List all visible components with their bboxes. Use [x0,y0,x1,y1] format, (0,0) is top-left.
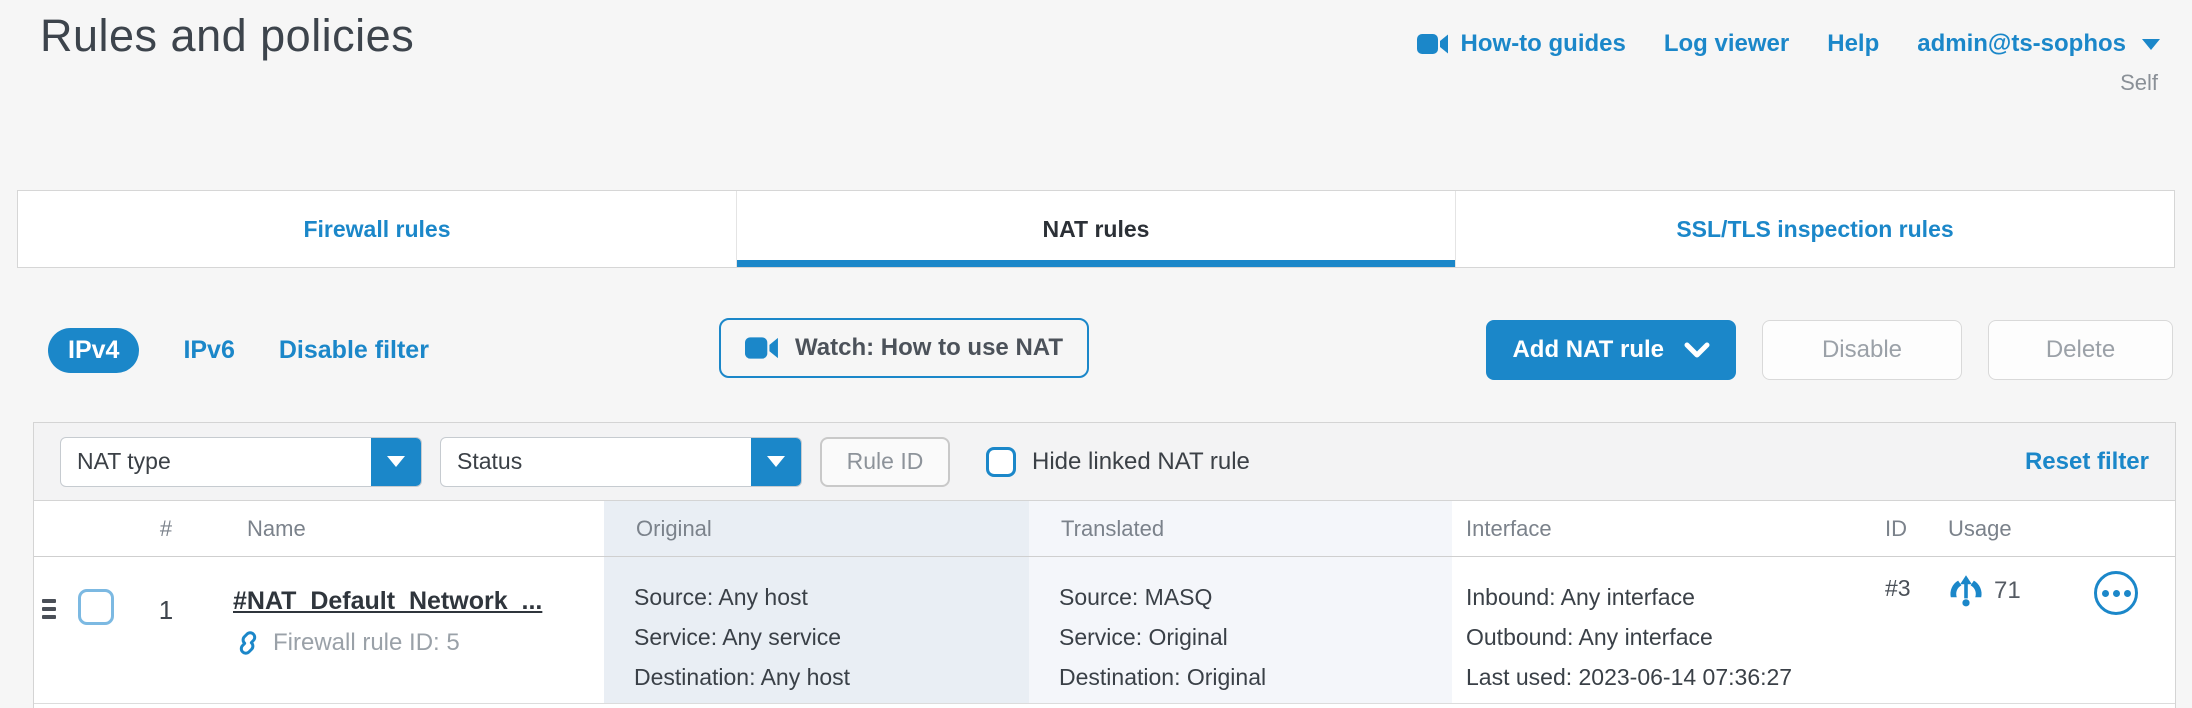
rule-actions: Add NAT rule Disable Delete [1486,320,2173,380]
video-camera-icon [745,336,779,360]
page-title: Rules and policies [40,10,414,62]
delete-button[interactable]: Delete [1988,320,2173,380]
disable-button[interactable]: Disable [1762,320,1962,380]
top-nav: How-to guides Log viewer Help admin@ts-s… [1417,30,2160,58]
usage-cell: 71 [1941,557,2057,703]
rule-name-link[interactable]: #NAT_Default_Network_... [233,587,604,616]
nat-type-dropdown[interactable]: NAT type [60,437,422,487]
row-number: 1 [141,557,191,703]
disable-filter-link[interactable]: Disable filter [279,336,429,365]
ipv4-filter-pill[interactable]: IPv4 [48,328,139,373]
rule-type-tabs: Firewall rules NAT rules SSL/TLS inspect… [17,190,2175,268]
rule-id-cell: #3 [1877,557,1941,703]
usage-count: 71 [1994,573,2021,605]
column-header-interface: Interface [1452,501,1877,556]
ipv6-filter-link[interactable]: IPv6 [183,336,234,365]
hide-linked-nat-rule-toggle[interactable]: Hide linked NAT rule [986,447,1250,477]
column-header-id: ID [1877,501,1941,556]
linked-firewall-rule-label: Firewall rule ID: 5 [273,629,460,657]
account-context-label: Self [2120,70,2158,96]
tab-nat-rules[interactable]: NAT rules [736,191,1455,267]
interface-cell: Inbound: Any interface Outbound: Any int… [1452,557,1877,703]
ip-version-filter-group: IPv4 IPv6 Disable filter [48,320,429,380]
column-header-original: Original [604,501,1029,556]
video-camera-icon [1417,33,1449,55]
hide-linked-checkbox[interactable] [986,447,1016,477]
rules-and-policies-page: Rules and policies How-to guides Log vie… [0,0,2192,708]
status-dropdown[interactable]: Status [440,437,802,487]
table-filter-row: NAT type Status Rule ID Hide linked NAT … [34,423,2175,501]
dropdown-arrow-icon [751,438,801,486]
add-nat-rule-button[interactable]: Add NAT rule [1486,320,1736,380]
howto-guides-link[interactable]: How-to guides [1417,30,1626,58]
table-header-row: # Name Original Translated Interface ID … [34,501,2175,557]
column-header-name: Name [191,501,604,556]
watch-how-to-use-nat-button[interactable]: Watch: How to use NAT [719,318,1089,378]
log-viewer-link[interactable]: Log viewer [1664,30,1789,58]
column-header-number: # [141,501,191,556]
column-header-translated: Translated [1029,501,1452,556]
dropdown-arrow-icon [371,438,421,486]
chevron-down-icon [2142,39,2160,50]
nat-rules-table-panel: NAT type Status Rule ID Hide linked NAT … [33,422,2176,708]
account-menu[interactable]: admin@ts-sophos [1917,30,2160,58]
row-checkbox[interactable] [78,589,114,625]
reset-filter-link[interactable]: Reset filter [2025,448,2149,476]
table-row: 1 #NAT_Default_Network_... Firewall rule… [34,557,2175,704]
help-link[interactable]: Help [1827,30,1879,58]
chevron-down-icon [1684,342,1710,359]
tab-firewall-rules[interactable]: Firewall rules [18,191,736,267]
rule-id-input[interactable]: Rule ID [820,437,950,487]
column-header-usage: Usage [1941,501,2057,556]
translated-cell: Source: MASQ Service: Original Destinati… [1029,557,1452,703]
original-cell: Source: Any host Service: Any service De… [604,557,1029,703]
link-chain-icon [233,628,263,658]
drag-handle-icon[interactable] [42,599,56,619]
usage-gauge-icon [1948,573,1984,609]
row-actions-menu-button[interactable] [2094,571,2138,615]
tab-ssl-tls-inspection-rules[interactable]: SSL/TLS inspection rules [1455,191,2174,267]
